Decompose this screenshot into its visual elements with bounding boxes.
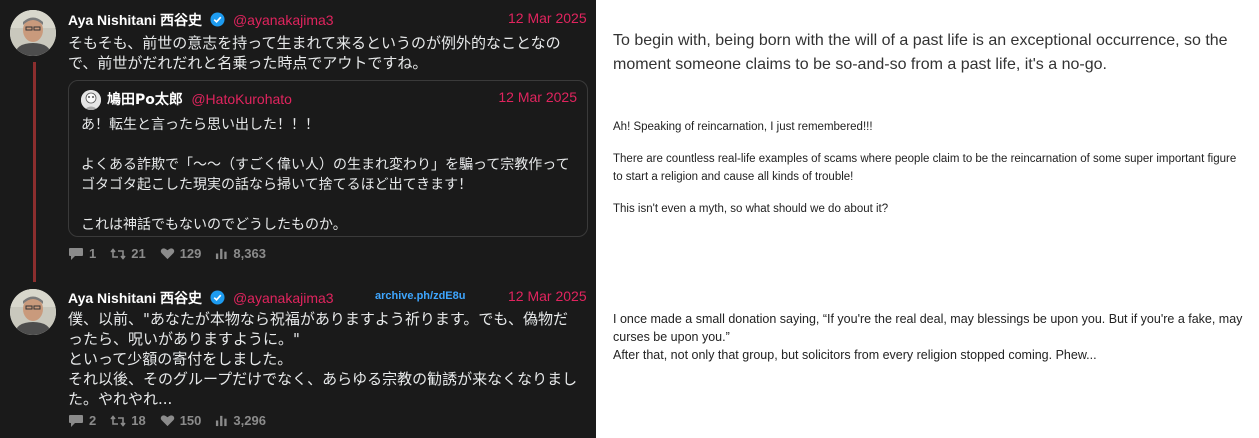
views-count[interactable]: 8,363: [215, 246, 266, 261]
quote-paragraph: あ！転生と言ったら思い出した！！！: [81, 117, 319, 133]
translation-line: I once made a small donation saying, “If…: [613, 312, 1243, 344]
tweet-panel: Aya Nishitani 西谷史 @ayanakajima3 12 Mar 2…: [0, 0, 596, 438]
retweet-count[interactable]: 21: [110, 246, 146, 261]
like-icon: [160, 415, 174, 427]
quote-date[interactable]: 12 Mar 2025: [498, 89, 577, 105]
avatar[interactable]: [10, 289, 56, 335]
retweet-icon: [110, 247, 126, 260]
tweet-text: そもそも、前世の意志を持って生まれて来るというのが例外的なことなので、前世がだれ…: [68, 34, 561, 72]
reply-count[interactable]: 1: [68, 246, 96, 261]
translation-paragraph: This isn't even a myth, so what should w…: [613, 203, 889, 215]
translation-quote: Ah! Speaking of reincarnation, I just re…: [613, 118, 1243, 232]
author-handle[interactable]: @ayanakajima3: [233, 12, 334, 28]
translation-panel: To begin with, being born with the will …: [596, 0, 1259, 438]
translation-tweet1: To begin with, being born with the will …: [613, 32, 1228, 73]
verified-icon: [209, 290, 225, 305]
translation-paragraph: Ah! Speaking of reincarnation, I just re…: [613, 121, 873, 133]
tweet-date[interactable]: 12 Mar 2025: [508, 288, 587, 304]
quote-avatar: [81, 90, 101, 110]
avatar-photo: [10, 10, 56, 56]
translation-tweet2: I once made a small donation saying, “If…: [613, 310, 1243, 364]
reply-count-value: 1: [89, 246, 97, 261]
retweet-count-value: 21: [131, 246, 146, 261]
author-name[interactable]: Aya Nishitani 西谷史: [68, 290, 202, 306]
tweet-header: Aya Nishitani 西谷史 @ayanakajima3: [68, 288, 334, 308]
avatar-photo: [10, 289, 56, 335]
views-icon: [216, 415, 228, 427]
quote-author-name[interactable]: 鳩田Po太郎: [107, 92, 183, 108]
like-count-value: 129: [179, 246, 202, 261]
quote-text: あ！転生と言ったら思い出した！！！ よくある詐欺で「～～（すごく偉い人）の生まれ…: [81, 115, 581, 235]
views-count-value: 3,296: [233, 413, 266, 428]
tweet-header: Aya Nishitani 西谷史 @ayanakajima3: [68, 10, 334, 30]
views-icon: [216, 248, 228, 260]
quote-paragraph: よくある詐欺で「～～（すごく偉い人）の生まれ変わり」を騙って宗教作ってゴタゴタ起…: [81, 157, 570, 193]
author-handle[interactable]: @ayanakajima3: [233, 290, 334, 306]
author-name[interactable]: Aya Nishitani 西谷史: [68, 12, 202, 28]
tweet-stats: 1 21 129 8,363: [68, 246, 266, 261]
retweet-icon: [110, 414, 126, 427]
quoted-tweet[interactable]: 鳩田Po太郎 @HatoKurohato 12 Mar 2025 あ！転生と言っ…: [68, 80, 588, 237]
tweet-line: といって少額の寄付をしました。: [68, 350, 293, 368]
like-icon: [160, 248, 174, 260]
like-count[interactable]: 150: [160, 413, 202, 428]
archive-link[interactable]: archive.ph/zdE8u: [375, 290, 465, 302]
quote-author-handle[interactable]: @HatoKurohato: [191, 91, 292, 107]
like-count[interactable]: 129: [160, 246, 202, 261]
views-count[interactable]: 3,296: [215, 413, 266, 428]
quote-header: 鳩田Po太郎 @HatoKurohato: [107, 89, 292, 109]
tweet-line: それ以後、そのグループだけでなく、あらゆる宗教の勧誘が来なくなりました。やれやれ…: [68, 370, 578, 408]
reply-icon: [69, 247, 83, 260]
reply-count-value: 2: [89, 413, 97, 428]
tweet-line: 僕、以前、"あなたが本物なら祝福がありますよう祈ります。でも、偽物だったら、呪い…: [68, 310, 568, 348]
translation-paragraph: There are countless real-life examples o…: [613, 153, 1237, 183]
views-count-value: 8,363: [233, 246, 266, 261]
translation-line: After that, not only that group, but sol…: [613, 348, 1097, 362]
tweet-date[interactable]: 12 Mar 2025: [508, 10, 587, 26]
thread-line: [33, 62, 36, 282]
tweet-text: 僕、以前、"あなたが本物なら祝福がありますよう祈ります。でも、偽物だったら、呪い…: [68, 309, 578, 409]
tweet-stats: 2 18 150 3,296: [68, 413, 266, 428]
reply-icon: [69, 414, 83, 427]
like-count-value: 150: [179, 413, 202, 428]
retweet-count-value: 18: [131, 413, 146, 428]
avatar[interactable]: [10, 10, 56, 56]
reply-count[interactable]: 2: [68, 413, 96, 428]
retweet-count[interactable]: 18: [110, 413, 146, 428]
quote-paragraph: これは神話でもないのでどうしたものか。: [81, 217, 347, 233]
verified-icon: [209, 12, 225, 27]
